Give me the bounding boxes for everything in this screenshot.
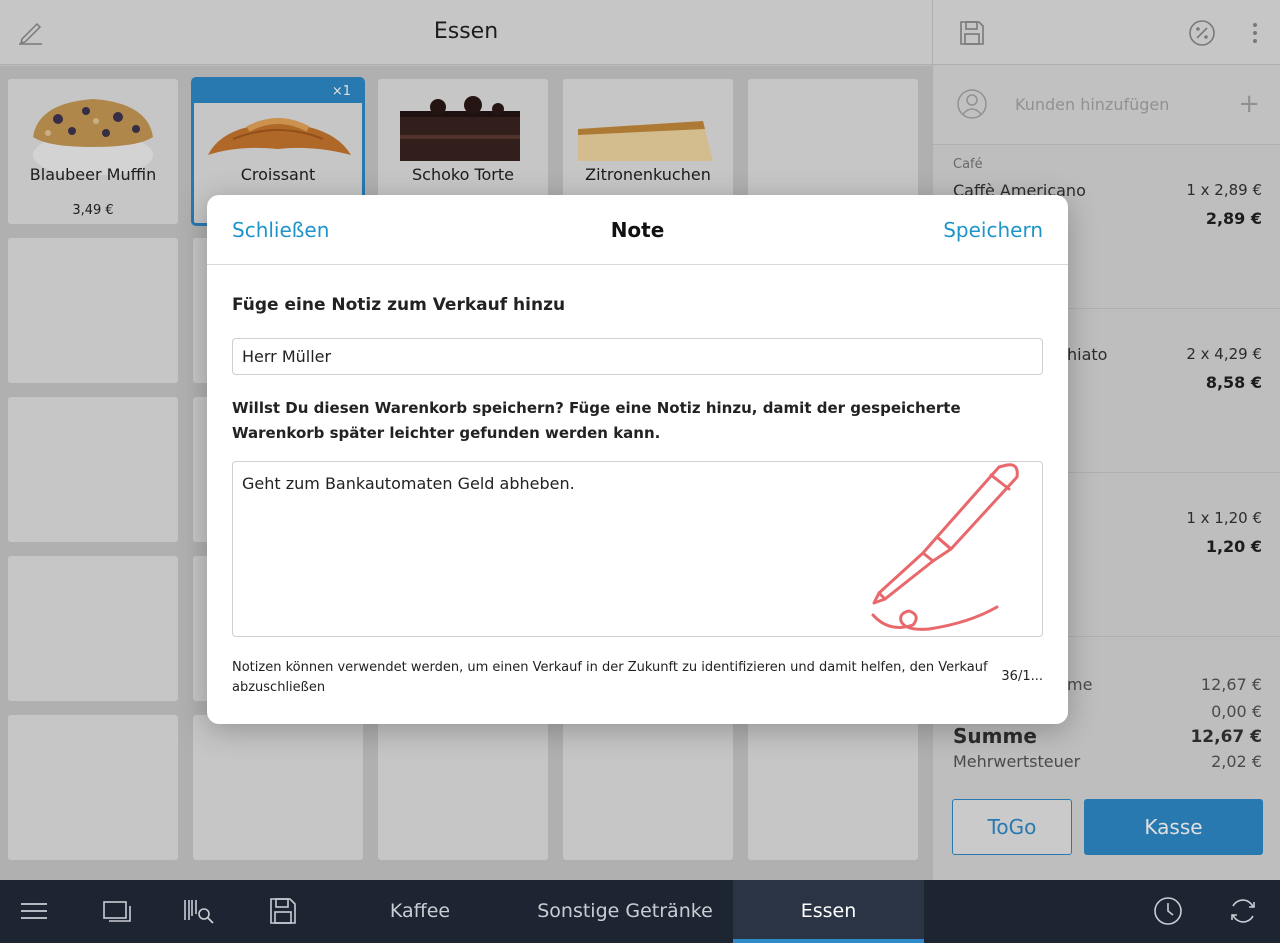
save-button[interactable]: Speichern bbox=[943, 218, 1043, 242]
note-hint: Notizen können verwendet werden, um eine… bbox=[232, 660, 988, 695]
note-input[interactable] bbox=[232, 338, 1043, 375]
history-clock-icon[interactable] bbox=[1151, 894, 1185, 928]
tab-sonstige-getraenke[interactable]: Sonstige Getränke bbox=[520, 880, 730, 943]
save-cart-question: Willst Du diesen Warenkorb speichern? Fü… bbox=[232, 399, 961, 442]
menu-icon[interactable] bbox=[17, 894, 51, 928]
sync-icon[interactable] bbox=[1226, 894, 1260, 928]
note-dialog: Schließen Note Speichern Füge eine Notiz… bbox=[207, 195, 1068, 724]
screens-icon[interactable] bbox=[100, 894, 134, 928]
barcode-search-icon[interactable] bbox=[182, 894, 216, 928]
bottom-nav: Kaffee Sonstige Getränke Essen bbox=[0, 880, 1280, 943]
char-counter: 36/1... bbox=[1001, 669, 1043, 684]
tab-kaffee[interactable]: Kaffee bbox=[330, 880, 510, 943]
note-heading: Füge eine Notiz zum Verkauf hinzu bbox=[232, 295, 566, 315]
tab-essen[interactable]: Essen bbox=[733, 880, 924, 943]
save-icon[interactable] bbox=[266, 894, 300, 928]
dialog-title: Note bbox=[610, 218, 665, 242]
dialog-header: Schließen Note Speichern bbox=[207, 195, 1068, 265]
note-textarea[interactable]: Geht zum Bankautomaten Geld abheben. bbox=[232, 461, 1043, 637]
